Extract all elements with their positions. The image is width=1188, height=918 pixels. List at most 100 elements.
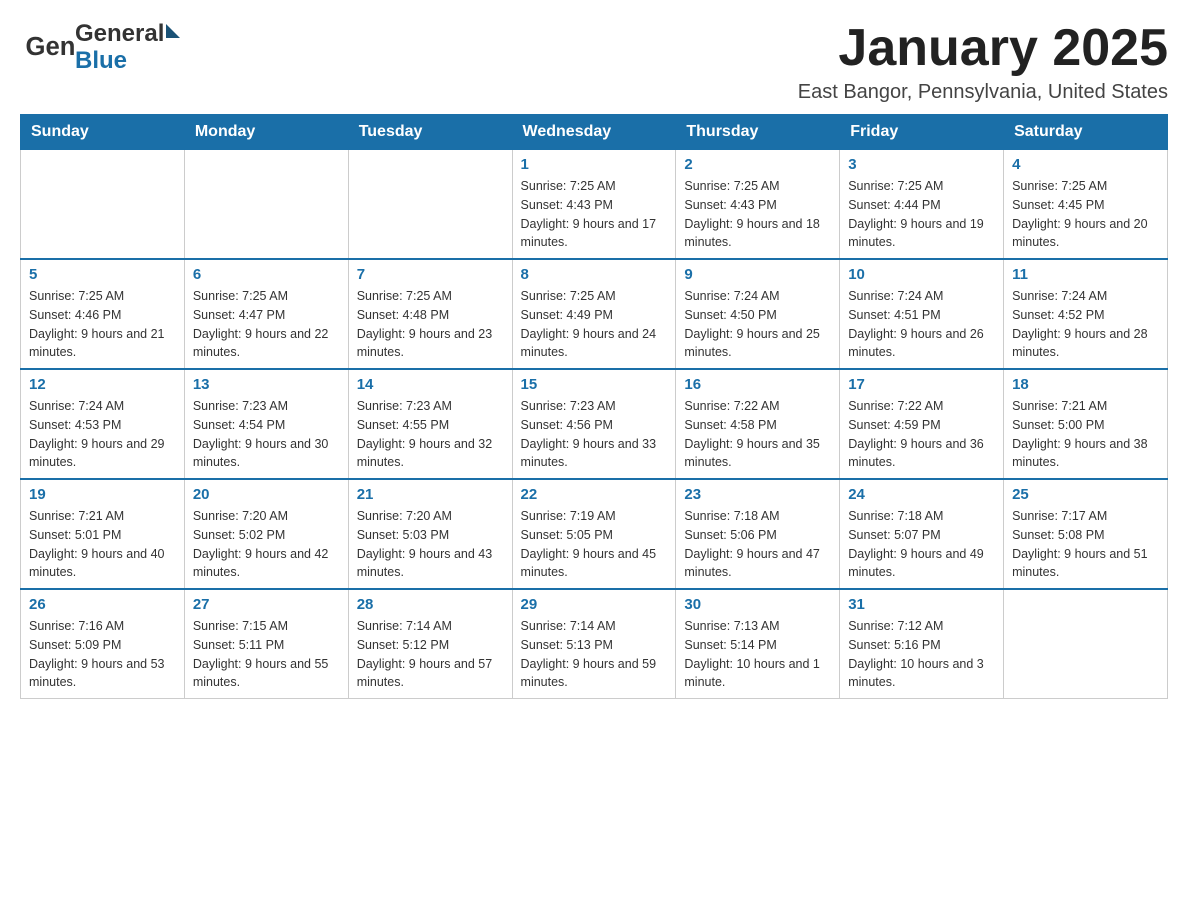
calendar-cell-2-7: 11Sunrise: 7:24 AMSunset: 4:52 PMDayligh…	[1004, 259, 1168, 369]
week-row-1: 1Sunrise: 7:25 AMSunset: 4:43 PMDaylight…	[21, 150, 1168, 260]
day-info: Sunrise: 7:25 AMSunset: 4:49 PMDaylight:…	[521, 287, 668, 362]
day-number: 8	[521, 266, 668, 283]
calendar-cell-5-6: 31 Sunrise: 7:12 AMSunset: 5:16 PMDayligh…	[840, 589, 1004, 699]
day-number: 20	[193, 486, 340, 503]
day-number: 27	[193, 596, 340, 613]
day-info: Sunrise: 7:25 AMSunset: 4:46 PMDaylight:…	[29, 287, 176, 362]
day-number: 14	[357, 376, 504, 393]
weekday-header-row: Sunday Monday Tuesday Wednesday Thursday…	[21, 115, 1168, 150]
day-info: Sunrise: 7:14 AMSunset: 5:13 PMDaylight:…	[521, 617, 668, 692]
day-info: Sunrise: 7:13 AMSunset: 5:14 PMDaylight:…	[684, 617, 831, 692]
day-number: 26	[29, 596, 176, 613]
day-number: 4	[1012, 156, 1159, 173]
day-number: 23	[684, 486, 831, 503]
header-monday: Monday	[184, 115, 348, 150]
calendar-cell-4-2: 20 Sunrise: 7:20 AMSunset: 5:02 PMDayligh…	[184, 479, 348, 589]
day-number: 31	[848, 596, 995, 613]
header-wednesday: Wednesday	[512, 115, 676, 150]
calendar-header: Sunday Monday Tuesday Wednesday Thursday…	[21, 115, 1168, 150]
calendar-cell-1-1	[21, 150, 185, 260]
day-info: Sunrise: 7:24 AMSunset: 4:52 PMDaylight:…	[1012, 287, 1159, 362]
day-info: Sunrise: 7:22 AMSunset: 4:59 PMDaylight:…	[848, 397, 995, 472]
day-number: 12	[29, 376, 176, 393]
calendar-cell-5-5: 30 Sunrise: 7:13 AMSunset: 5:14 PMDayligh…	[676, 589, 840, 699]
day-number: 24	[848, 486, 995, 503]
calendar-cell-1-6: 3 Sunrise: 7:25 AMSunset: 4:44 PMDaylight…	[840, 150, 1004, 260]
day-info: Sunrise: 7:25 AMSunset: 4:45 PMDaylight:…	[1012, 177, 1159, 252]
day-info: Sunrise: 7:19 AMSunset: 5:05 PMDaylight:…	[521, 507, 668, 582]
month-title: January 2025	[798, 20, 1168, 77]
day-number: 18	[1012, 376, 1159, 393]
calendar-cell-5-3: 28 Sunrise: 7:14 AMSunset: 5:12 PMDayligh…	[348, 589, 512, 699]
svg-text:General: General	[26, 33, 76, 61]
calendar-body: 1Sunrise: 7:25 AMSunset: 4:43 PMDaylight…	[21, 150, 1168, 699]
location-title: East Bangor, Pennsylvania, United States	[798, 81, 1168, 104]
calendar-cell-5-7	[1004, 589, 1168, 699]
day-number: 3	[848, 156, 995, 173]
calendar-cell-1-5: 2Sunrise: 7:25 AMSunset: 4:43 PMDaylight…	[676, 150, 840, 260]
day-info: Sunrise: 7:20 AMSunset: 5:02 PMDaylight:…	[193, 507, 340, 582]
day-info: Sunrise: 7:24 AMSunset: 4:53 PMDaylight:…	[29, 397, 176, 472]
day-info: Sunrise: 7:20 AMSunset: 5:03 PMDaylight:…	[357, 507, 504, 582]
day-number: 13	[193, 376, 340, 393]
day-info: Sunrise: 7:21 AMSunset: 5:00 PMDaylight:…	[1012, 397, 1159, 472]
calendar-cell-3-5: 16Sunrise: 7:22 AMSunset: 4:58 PMDayligh…	[676, 369, 840, 479]
day-number: 19	[29, 486, 176, 503]
day-number: 15	[521, 376, 668, 393]
calendar-cell-2-6: 10Sunrise: 7:24 AMSunset: 4:51 PMDayligh…	[840, 259, 1004, 369]
day-number: 9	[684, 266, 831, 283]
calendar-cell-3-2: 13 Sunrise: 7:23 AMSunset: 4:54 PMDayligh…	[184, 369, 348, 479]
day-number: 30	[684, 596, 831, 613]
day-number: 7	[357, 266, 504, 283]
day-number: 25	[1012, 486, 1159, 503]
calendar-cell-5-1: 26 Sunrise: 7:16 AMSunset: 5:09 PMDayligh…	[21, 589, 185, 699]
calendar-cell-1-4: 1Sunrise: 7:25 AMSunset: 4:43 PMDaylight…	[512, 150, 676, 260]
header-saturday: Saturday	[1004, 115, 1168, 150]
header-sunday: Sunday	[21, 115, 185, 150]
week-row-2: 5Sunrise: 7:25 AMSunset: 4:46 PMDaylight…	[21, 259, 1168, 369]
calendar-cell-4-3: 21 Sunrise: 7:20 AMSunset: 5:03 PMDayligh…	[348, 479, 512, 589]
calendar-cell-4-4: 22Sunrise: 7:19 AMSunset: 5:05 PMDayligh…	[512, 479, 676, 589]
day-info: Sunrise: 7:12 AMSunset: 5:16 PMDaylight:…	[848, 617, 995, 692]
day-info: Sunrise: 7:25 AMSunset: 4:43 PMDaylight:…	[521, 177, 668, 252]
day-number: 28	[357, 596, 504, 613]
logo: General General Blue	[20, 20, 180, 75]
day-info: Sunrise: 7:25 AMSunset: 4:44 PMDaylight:…	[848, 177, 995, 252]
day-info: Sunrise: 7:14 AMSunset: 5:12 PMDaylight:…	[357, 617, 504, 692]
calendar-cell-2-2: 6Sunrise: 7:25 AMSunset: 4:47 PMDaylight…	[184, 259, 348, 369]
day-number: 21	[357, 486, 504, 503]
day-info: Sunrise: 7:23 AMSunset: 4:54 PMDaylight:…	[193, 397, 340, 472]
page-header: General General Blue January 2025 East B…	[20, 20, 1168, 104]
day-number: 29	[521, 596, 668, 613]
calendar-cell-4-6: 24 Sunrise: 7:18 AMSunset: 5:07 PMDayligh…	[840, 479, 1004, 589]
day-info: Sunrise: 7:22 AMSunset: 4:58 PMDaylight:…	[684, 397, 831, 472]
calendar-cell-2-5: 9 Sunrise: 7:24 AMSunset: 4:50 PMDaylight…	[676, 259, 840, 369]
week-row-4: 19Sunrise: 7:21 AMSunset: 5:01 PMDayligh…	[21, 479, 1168, 589]
logo-general-text: General	[75, 21, 180, 47]
calendar-cell-3-1: 12 Sunrise: 7:24 AMSunset: 4:53 PMDayligh…	[21, 369, 185, 479]
day-number: 2	[684, 156, 831, 173]
day-number: 17	[848, 376, 995, 393]
header-tuesday: Tuesday	[348, 115, 512, 150]
day-info: Sunrise: 7:17 AMSunset: 5:08 PMDaylight:…	[1012, 507, 1159, 582]
day-info: Sunrise: 7:24 AMSunset: 4:50 PMDaylight:…	[684, 287, 831, 362]
calendar-cell-3-6: 17 Sunrise: 7:22 AMSunset: 4:59 PMDayligh…	[840, 369, 1004, 479]
day-info: Sunrise: 7:25 AMSunset: 4:48 PMDaylight:…	[357, 287, 504, 362]
calendar-cell-2-1: 5Sunrise: 7:25 AMSunset: 4:46 PMDaylight…	[21, 259, 185, 369]
week-row-5: 26 Sunrise: 7:16 AMSunset: 5:09 PMDayligh…	[21, 589, 1168, 699]
calendar-cell-1-3	[348, 150, 512, 260]
calendar-table: Sunday Monday Tuesday Wednesday Thursday…	[20, 114, 1168, 699]
logo-arrow-icon	[166, 24, 180, 38]
day-info: Sunrise: 7:15 AMSunset: 5:11 PMDaylight:…	[193, 617, 340, 692]
logo-icon: General	[20, 20, 75, 75]
calendar-cell-1-7: 4 Sunrise: 7:25 AMSunset: 4:45 PMDaylight…	[1004, 150, 1168, 260]
day-info: Sunrise: 7:16 AMSunset: 5:09 PMDaylight:…	[29, 617, 176, 692]
day-info: Sunrise: 7:18 AMSunset: 5:07 PMDaylight:…	[848, 507, 995, 582]
logo-block: General Blue	[75, 21, 180, 74]
calendar-cell-4-5: 23Sunrise: 7:18 AMSunset: 5:06 PMDayligh…	[676, 479, 840, 589]
day-info: Sunrise: 7:23 AMSunset: 4:56 PMDaylight:…	[521, 397, 668, 472]
calendar-cell-3-3: 14Sunrise: 7:23 AMSunset: 4:55 PMDayligh…	[348, 369, 512, 479]
calendar-cell-4-1: 19Sunrise: 7:21 AMSunset: 5:01 PMDayligh…	[21, 479, 185, 589]
title-block: January 2025 East Bangor, Pennsylvania, …	[798, 20, 1168, 104]
day-number: 6	[193, 266, 340, 283]
